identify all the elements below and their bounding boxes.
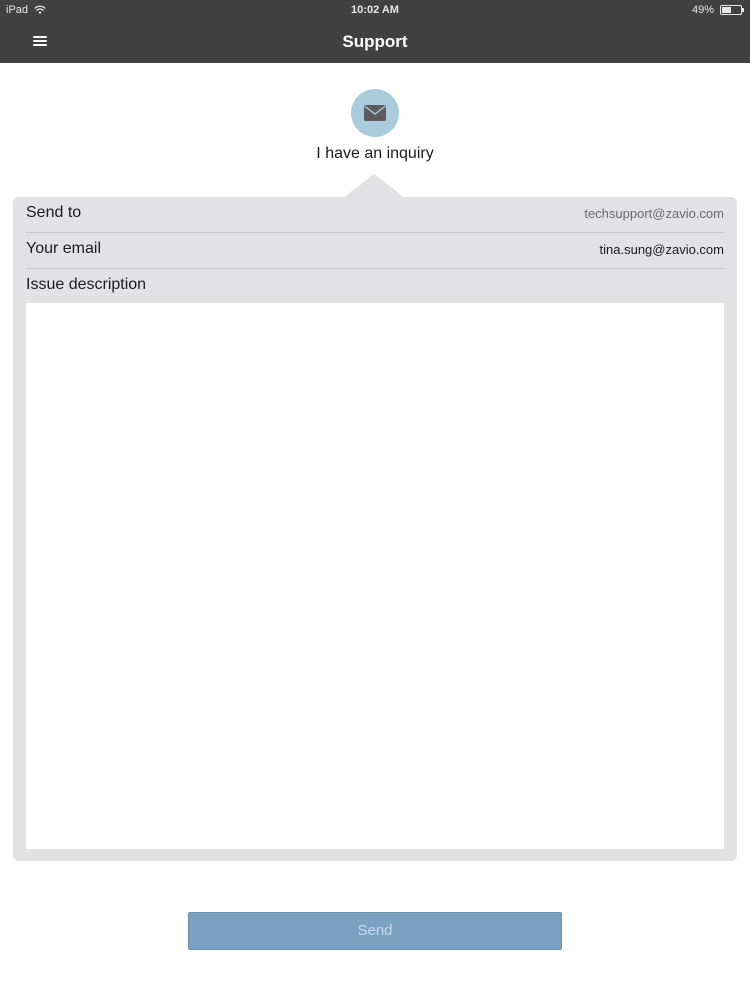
top-bar: iPad 10:02 AM 49% Support — [0, 0, 750, 63]
status-time: 10:02 AM — [351, 4, 399, 16]
support-screen: iPad 10:02 AM 49% Support I have an inqu… — [0, 0, 750, 1000]
your-email-label: Your email — [26, 240, 102, 257]
send-button[interactable]: Send — [188, 912, 562, 950]
your-email-field[interactable]: tina.sung@zavio.com — [600, 242, 724, 257]
status-right: 49% — [691, 4, 744, 16]
issue-description-row: Issue description — [26, 269, 724, 305]
send-to-row: Send to techsupport@zavio.com — [26, 197, 724, 233]
page-title: Support — [342, 32, 408, 51]
status-bar: iPad 10:02 AM 49% — [0, 0, 750, 22]
battery-percent: 49% — [691, 4, 714, 16]
mail-icon — [363, 104, 387, 122]
panel-pointer — [343, 174, 405, 198]
your-email-row[interactable]: Your email tina.sung@zavio.com — [26, 233, 724, 269]
nav-bar: Support — [0, 22, 750, 63]
issue-description-input[interactable] — [26, 303, 724, 849]
inquiry-icon-circle[interactable] — [351, 89, 399, 137]
battery-fill — [722, 7, 731, 13]
send-to-value: techsupport@zavio.com — [584, 206, 724, 221]
send-to-label: Send to — [26, 204, 82, 221]
support-form-panel: Send to techsupport@zavio.com Your email… — [13, 197, 737, 861]
inquiry-label: I have an inquiry — [316, 145, 434, 162]
battery-icon — [720, 5, 744, 15]
issue-description-label: Issue description — [26, 276, 147, 293]
